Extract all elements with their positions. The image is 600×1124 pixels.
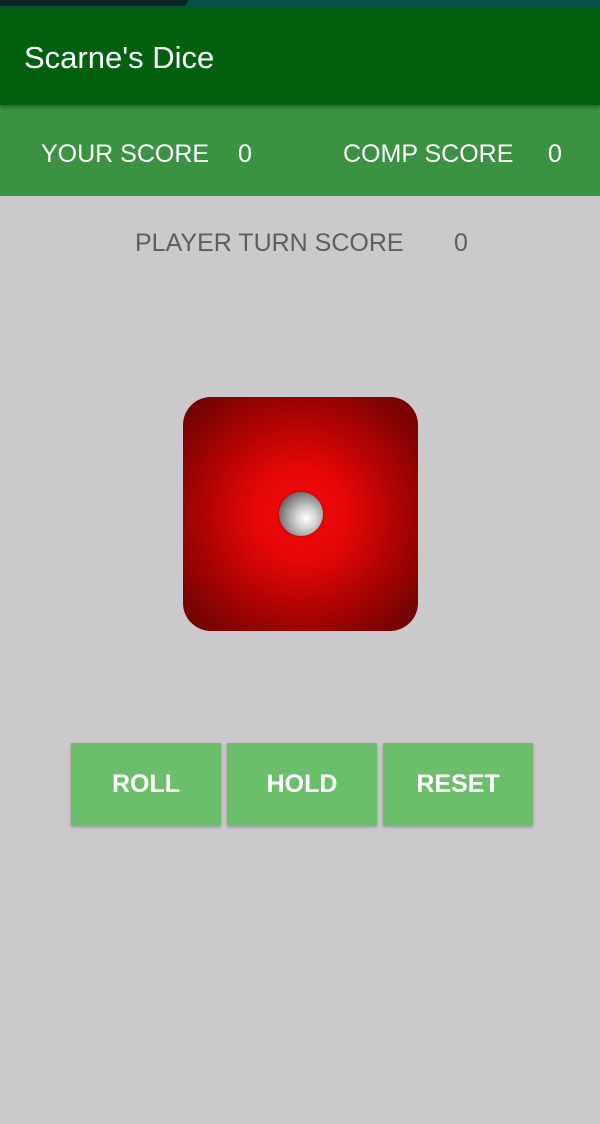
app-title: Scarne's Dice: [24, 40, 215, 75]
dice-pip: [279, 492, 323, 536]
status-bar-notch: [0, 0, 188, 6]
comp-score-label: COMP SCORE: [343, 140, 514, 168]
comp-score-value: 0: [548, 140, 562, 168]
status-bar: [0, 0, 600, 8]
roll-button[interactable]: ROLL: [71, 743, 221, 825]
player-turn-score-value: 0: [454, 229, 468, 257]
reset-button[interactable]: RESET: [383, 743, 533, 825]
hold-button[interactable]: HOLD: [227, 743, 377, 825]
score-bar: YOUR SCORE 0 COMP SCORE 0: [0, 105, 600, 196]
your-score-label: YOUR SCORE: [41, 140, 210, 168]
player-turn-score-label: PLAYER TURN SCORE: [135, 229, 404, 257]
dice-face: [183, 397, 418, 631]
app-bar: Scarne's Dice: [0, 8, 600, 105]
your-score-value: 0: [238, 140, 252, 168]
